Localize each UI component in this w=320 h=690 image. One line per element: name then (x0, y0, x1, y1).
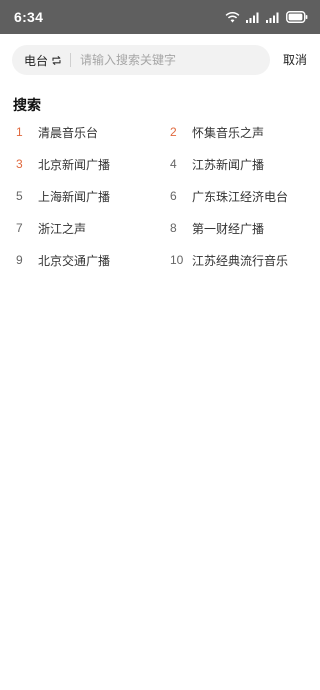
channel-select[interactable]: 电台 (24, 45, 62, 75)
hot-rank: 4 (170, 157, 177, 171)
hot-label: 怀集音乐之声 (192, 125, 265, 140)
hot-rank: 2 (170, 125, 177, 139)
hot-search-item[interactable]: 6 广东珠江经济电台 (170, 184, 288, 208)
search-box: 电台 (12, 45, 270, 75)
hot-rank: 9 (16, 253, 23, 267)
hot-rank: 5 (16, 189, 23, 203)
signal-icon (266, 12, 280, 23)
app-screen: 6:34 电台 请输入搜索关键字 取消 搜索 1 清晨音乐台 2 怀集音乐之声 … (0, 0, 320, 690)
hot-label: 第一财经广播 (192, 221, 265, 236)
hot-label: 北京交通广播 (38, 253, 111, 268)
hot-label: 清晨音乐台 (38, 125, 99, 140)
hot-search-item[interactable]: 4 江苏新闻广播 (170, 152, 264, 176)
status-time: 6:34 (14, 9, 44, 25)
hot-search-item[interactable]: 2 怀集音乐之声 (170, 120, 264, 144)
swap-icon (51, 55, 62, 66)
hot-search-item[interactable]: 8 第一财经广播 (170, 216, 264, 240)
hot-rank: 1 (16, 125, 23, 139)
hot-search-item[interactable]: 10 江苏经典流行音乐 (170, 248, 288, 272)
cancel-button[interactable]: 取消 (283, 45, 307, 75)
hot-label: 江苏新闻广播 (192, 157, 265, 172)
hot-rank: 8 (170, 221, 177, 235)
hot-rank: 10 (170, 253, 184, 267)
hot-rank: 3 (16, 157, 23, 171)
status-icons (225, 10, 308, 24)
hot-search-item[interactable]: 9 北京交通广播 (16, 248, 110, 272)
wifi-icon (225, 11, 240, 23)
hot-search-item[interactable]: 5 上海新闻广播 (16, 184, 110, 208)
search-input[interactable] (80, 45, 260, 75)
channel-label: 电台 (24, 53, 49, 68)
hot-label: 上海新闻广播 (38, 189, 111, 204)
search-divider (70, 53, 71, 67)
section-title: 搜索 (13, 98, 41, 114)
hot-search-item[interactable]: 7 浙江之声 (16, 216, 86, 240)
battery-icon (286, 11, 308, 23)
hot-label: 广东珠江经济电台 (192, 189, 289, 204)
signal-icon (246, 12, 260, 23)
hot-label: 北京新闻广播 (38, 157, 111, 172)
hot-label: 江苏经典流行音乐 (192, 253, 289, 268)
hot-search-item[interactable]: 3 北京新闻广播 (16, 152, 110, 176)
hot-rank: 7 (16, 221, 23, 235)
status-bar: 6:34 (0, 0, 320, 34)
hot-rank: 6 (170, 189, 177, 203)
hot-search-item[interactable]: 1 清晨音乐台 (16, 120, 98, 144)
search-bar: 电台 取消 (12, 45, 310, 75)
hot-label: 浙江之声 (38, 221, 87, 236)
